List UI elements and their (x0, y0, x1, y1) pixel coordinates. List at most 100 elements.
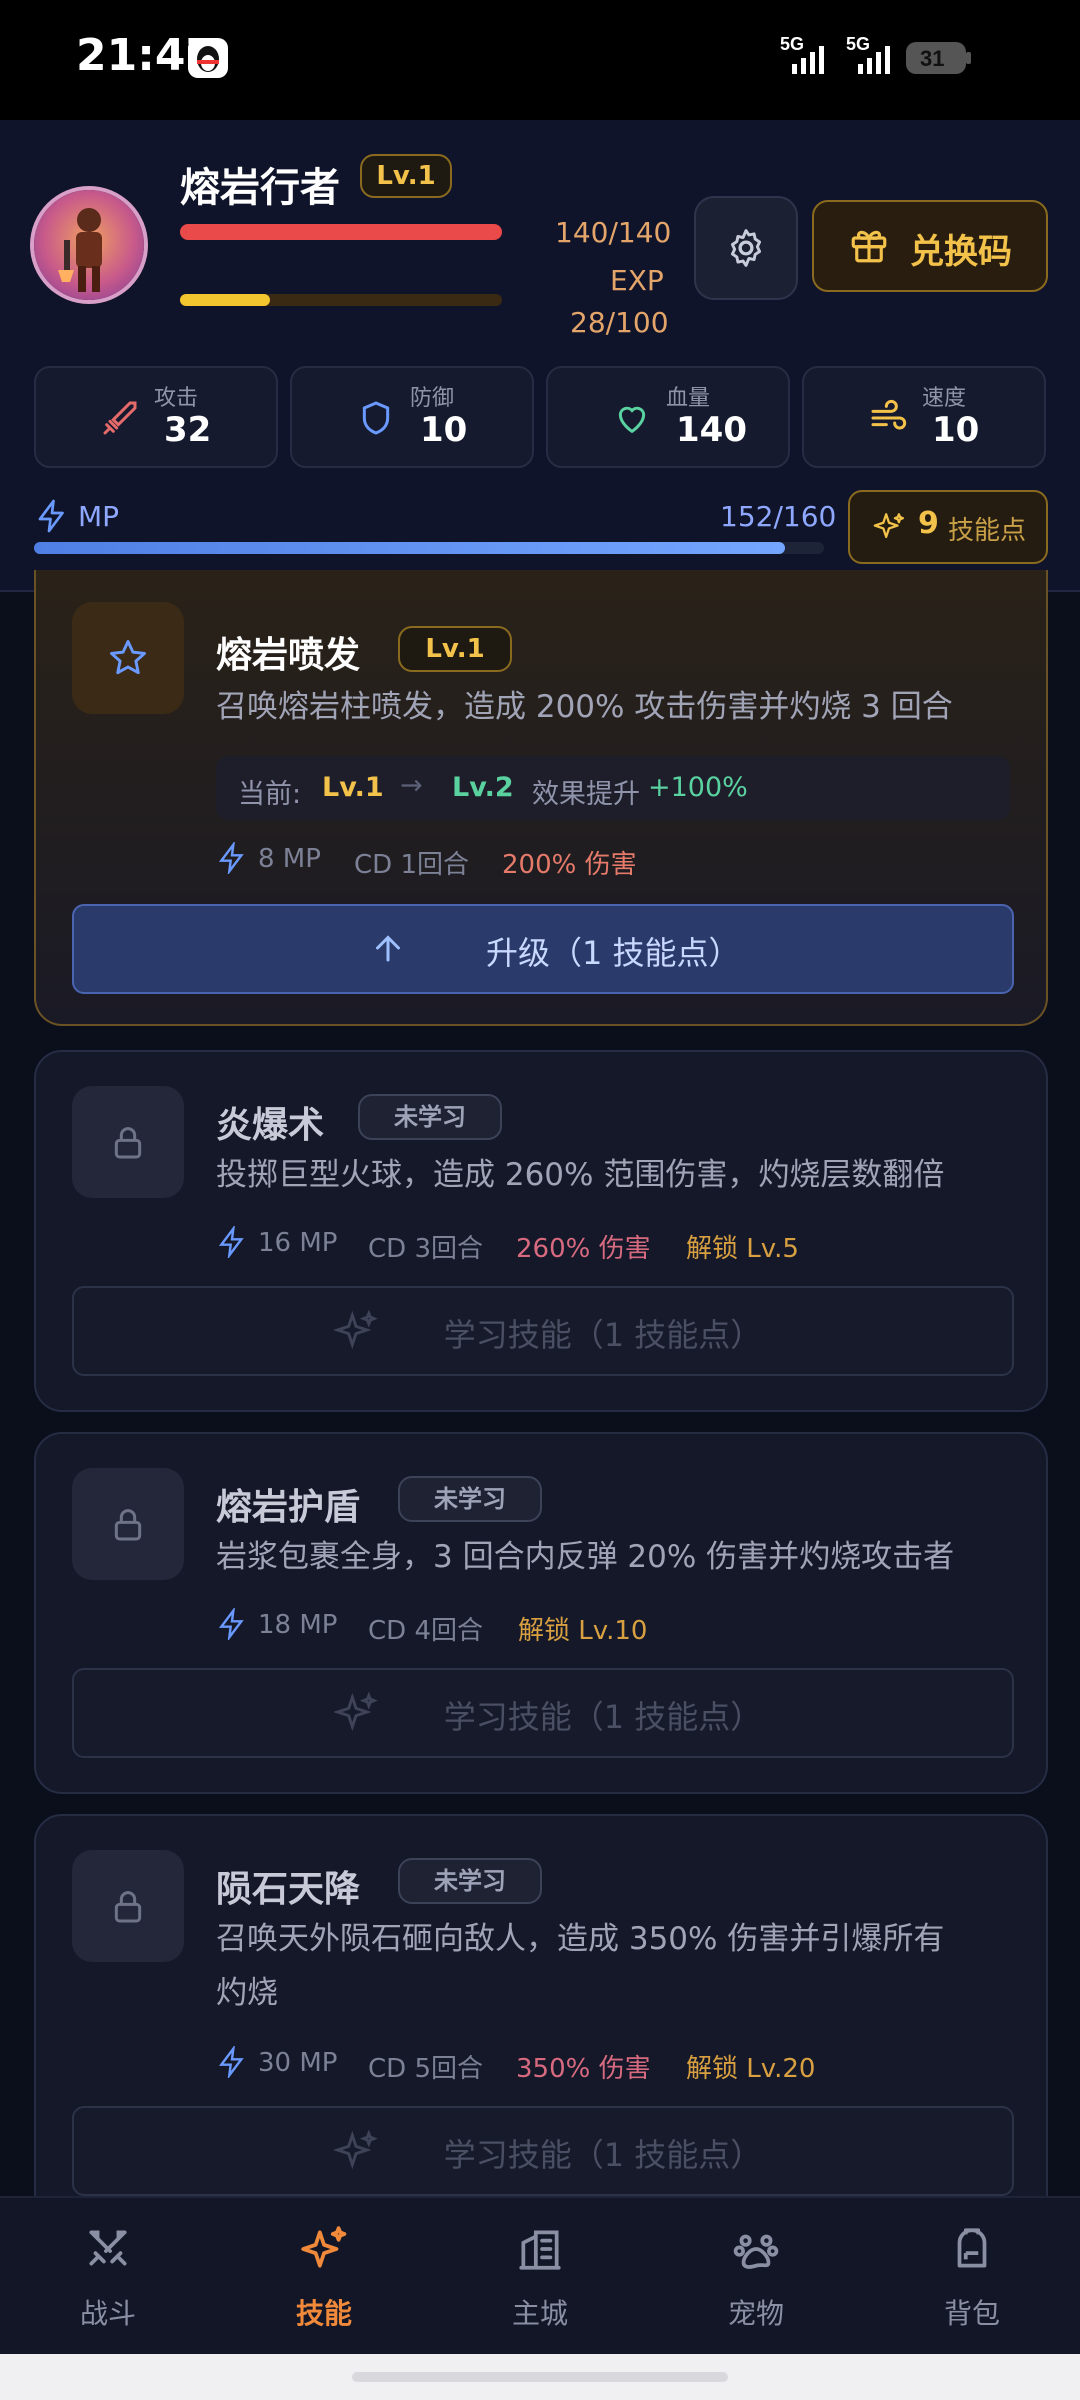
mp-value: 152/160 (720, 500, 837, 533)
wind-icon (871, 399, 907, 430)
skill-cooldown: CD 3回合 (368, 1234, 483, 1264)
skill-description: 投掷巨型火球，造成 260% 范围伤害，灼烧层数翻倍 (216, 1157, 945, 1193)
skill-damage: 200% 伤害 (502, 850, 637, 880)
skill-mp-cost: 8 MP (258, 844, 321, 874)
hero-name: 熔岩行者 (180, 165, 340, 211)
upgrade-skill-button[interactable]: 升级（1 技能点） (72, 904, 1014, 994)
stat-defense-value: 10 (420, 410, 468, 450)
skill-points-label: 技能点 (948, 516, 1027, 546)
battery-level: 31 (920, 46, 944, 71)
stat-attack-value: 32 (164, 410, 212, 450)
skill-unlock-level: 解锁 Lv.10 (518, 1616, 648, 1646)
gift-icon (851, 230, 887, 263)
stat-hp: 血量 140 (546, 366, 790, 468)
lock-icon (114, 1891, 142, 1923)
skill-status-badge: 未学习 (358, 1094, 502, 1140)
learn-skill-button[interactable]: 学习技能（1 技能点） (72, 1668, 1014, 1758)
upgrade-preview: 当前: Lv.1 → Lv.2 效果提升 +100% (216, 756, 1010, 820)
sparkle-icon (873, 513, 905, 539)
stat-hp-value: 140 (676, 410, 747, 450)
net-5g-1: 5G (780, 34, 804, 54)
skill-description-line2: 灼烧 (216, 1975, 278, 2011)
skill-name: 熔岩喷发 (216, 635, 361, 676)
skill-damage: 260% 伤害 (516, 1234, 651, 1264)
skill-card: 陨石天降 未学习 召唤天外陨石砸向敌人，造成 350% 伤害并引爆所有 灼烧 3… (34, 1814, 1048, 2238)
upgrade-to-level: Lv.2 (452, 772, 514, 803)
mp-bar-fill (34, 542, 785, 554)
signal-battery-group: 5G 5G 31 (780, 32, 1000, 86)
stat-speed-label: 速度 (922, 386, 967, 411)
nav-label: 宠物 (727, 2297, 784, 2330)
skill-name: 熔岩护盾 (216, 1487, 361, 1528)
stat-speed: 速度 10 (802, 366, 1046, 468)
skill-description: 岩浆包裹全身，3 回合内反弹 20% 伤害并灼烧攻击者 (216, 1539, 955, 1575)
arrow-up-icon (376, 935, 400, 962)
skill-description-line1: 召唤天外陨石砸向敌人，造成 350% 伤害并引爆所有 (216, 1921, 945, 1957)
net-5g-2: 5G (846, 34, 870, 54)
learn-skill-button[interactable]: 学习技能（1 技能点） (72, 1286, 1014, 1376)
hp-bar-fill (180, 224, 502, 240)
stat-attack-label: 攻击 (154, 386, 199, 411)
nav-tab-backpack[interactable]: 背包 (897, 2196, 1047, 2354)
sword-icon (103, 401, 137, 435)
sparkles-icon (301, 2226, 347, 2268)
skill-unlock-level: 解锁 Lv.5 (686, 1234, 799, 1264)
swords-icon (89, 2230, 127, 2266)
exp-bar (180, 294, 502, 306)
stat-speed-value: 10 (932, 410, 980, 450)
skill-icon-box (72, 602, 184, 714)
skill-icon-box (72, 1850, 184, 1962)
learn-skill-label: 学习技能（1 技能点） (443, 1316, 763, 1354)
skill-cooldown: CD 1回合 (354, 850, 469, 880)
skill-card: 炎爆术 未学习 投掷巨型火球，造成 260% 范围伤害，灼烧层数翻倍 16 MP… (34, 1050, 1048, 1412)
hp-value: 140/140 (555, 216, 672, 249)
upgrade-effect-label: 效果提升 (532, 779, 640, 810)
upgrade-effect-value: +100% (648, 772, 748, 803)
paw-icon (733, 2234, 779, 2269)
home-indicator[interactable] (352, 2372, 728, 2382)
upgrade-from-level: Lv.1 (322, 772, 384, 803)
redeem-code-label: 兑换码 (910, 232, 1012, 272)
skill-mp-cost: 30 MP (258, 2048, 338, 2078)
upgrade-skill-label: 升级（1 技能点） (486, 934, 741, 972)
hero-level-badge: Lv.1 (360, 154, 452, 198)
skill-icon-box (72, 1086, 184, 1198)
nav-tab-battle[interactable]: 战斗 (33, 2196, 183, 2354)
nav-tab-city[interactable]: 主城 (465, 2196, 615, 2354)
skill-card: 熔岩护盾 未学习 岩浆包裹全身，3 回合内反弹 20% 伤害并灼烧攻击者 18 … (34, 1432, 1048, 1794)
skill-mp-cost: 16 MP (258, 1228, 338, 1258)
heart-icon (618, 406, 646, 434)
gear-icon (730, 229, 762, 267)
backpack-icon (957, 2228, 987, 2268)
skill-points-badge[interactable]: 9 技能点 (848, 490, 1048, 564)
stat-defense-label: 防御 (410, 386, 455, 411)
skill-status-badge: 未学习 (398, 1858, 542, 1904)
hp-bar (180, 224, 502, 240)
qq-notification-icon (188, 38, 228, 78)
skill-unlock-level: 解锁 Lv.20 (686, 2054, 816, 2084)
skill-points-count: 9 (918, 506, 939, 541)
avatar[interactable] (34, 190, 144, 300)
stat-defense: 防御 10 (290, 366, 534, 468)
redeem-code-button[interactable]: 兑换码 (812, 200, 1048, 292)
stat-hp-label: 血量 (666, 386, 711, 411)
bolt-icon (218, 2046, 244, 2078)
bolt-icon (38, 499, 64, 533)
nav-label: 背包 (943, 2297, 1000, 2330)
mp-bar (34, 542, 824, 554)
skill-damage: 350% 伤害 (516, 2054, 651, 2084)
stat-attack: 攻击 32 (34, 366, 278, 468)
skill-name: 陨石天降 (216, 1869, 361, 1910)
skill-cooldown: CD 5回合 (368, 2054, 483, 2084)
nav-tab-skills[interactable]: 技能 (249, 2196, 399, 2354)
learn-skill-button[interactable]: 学习技能（1 技能点） (72, 2106, 1014, 2196)
shield-icon (362, 401, 390, 435)
skill-mp-cost: 18 MP (258, 1610, 338, 1640)
skill-name: 炎爆术 (216, 1105, 325, 1146)
lock-icon (114, 1127, 142, 1159)
nav-tab-pets[interactable]: 宠物 (681, 2196, 831, 2354)
building-icon (519, 2230, 561, 2270)
exp-bar-fill (180, 294, 270, 306)
settings-button[interactable] (694, 196, 798, 300)
learn-skill-label: 学习技能（1 技能点） (443, 1698, 763, 1736)
